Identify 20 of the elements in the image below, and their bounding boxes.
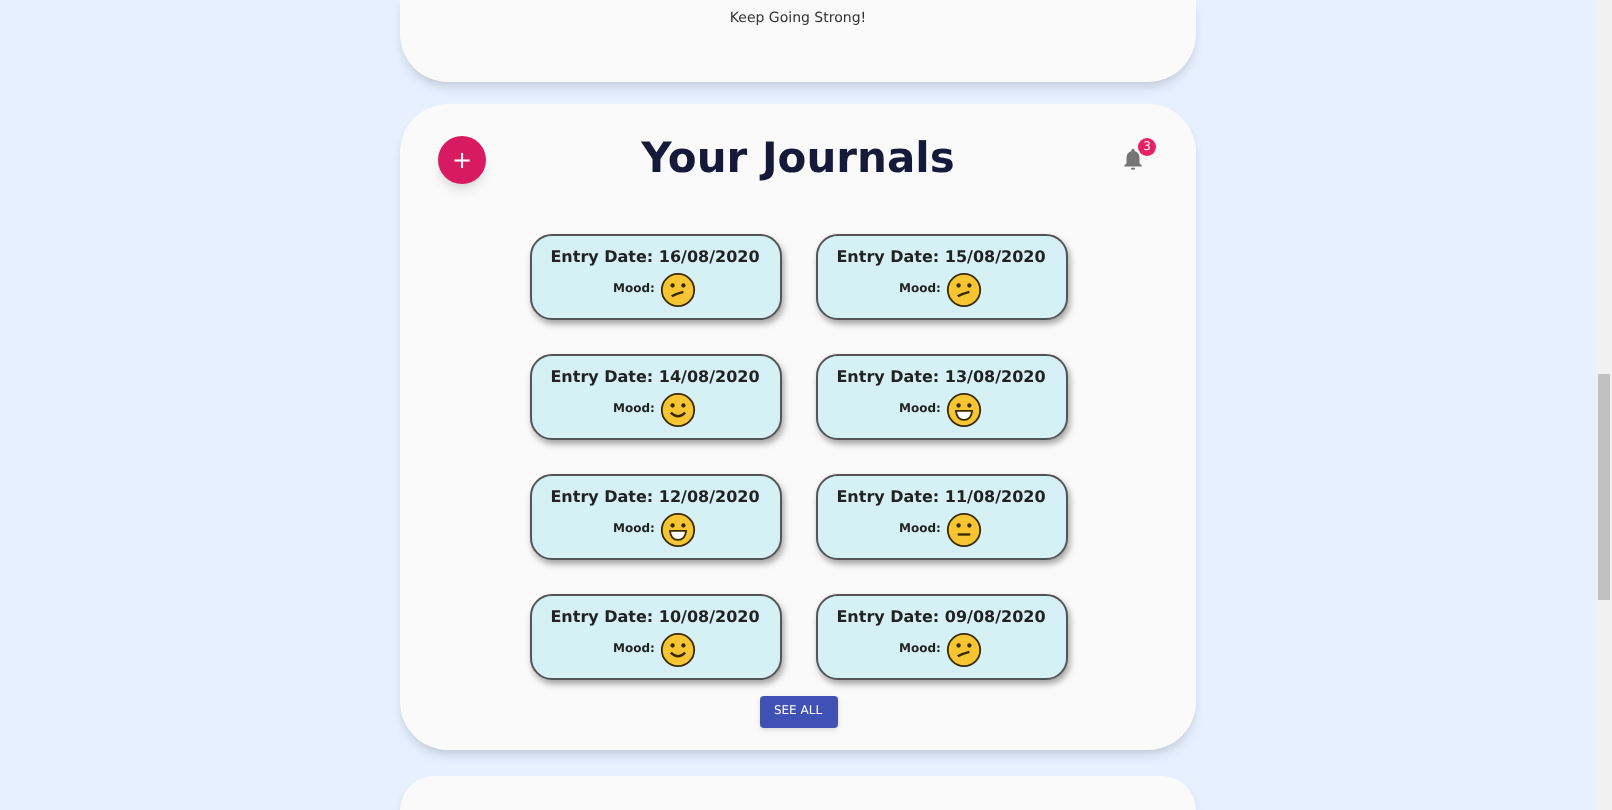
entry-date: Entry Date: 16/08/2020: [550, 245, 760, 269]
entry-date: Entry Date: 09/08/2020: [836, 605, 1046, 629]
entry-date: Entry Date: 13/08/2020: [836, 365, 1046, 389]
add-button[interactable]: +: [438, 135, 486, 184]
emoji-icon: [946, 391, 983, 427]
emoji-icon: [946, 271, 983, 307]
emoji-icon: [946, 511, 983, 547]
section-title: Your Journals: [641, 132, 955, 186]
entry-date: Entry Date: 10/08/2020: [550, 605, 760, 629]
entry-date: Entry Date: 14/08/2020: [550, 365, 760, 389]
entry-date: Entry Date: 15/08/2020: [836, 245, 1046, 269]
emoji-icon: [660, 271, 697, 307]
emoji-icon: [660, 391, 697, 427]
entry-date: Entry Date: 11/08/2020: [836, 485, 1046, 509]
bell-icon[interactable]: [1120, 146, 1147, 173]
emoji-icon: [660, 511, 697, 547]
emoji-icon: [946, 631, 983, 667]
scrollbar[interactable]: [1596, 0, 1612, 810]
entry-date: Entry Date: 12/08/2020: [550, 485, 760, 509]
emoji-icon: [660, 631, 697, 667]
